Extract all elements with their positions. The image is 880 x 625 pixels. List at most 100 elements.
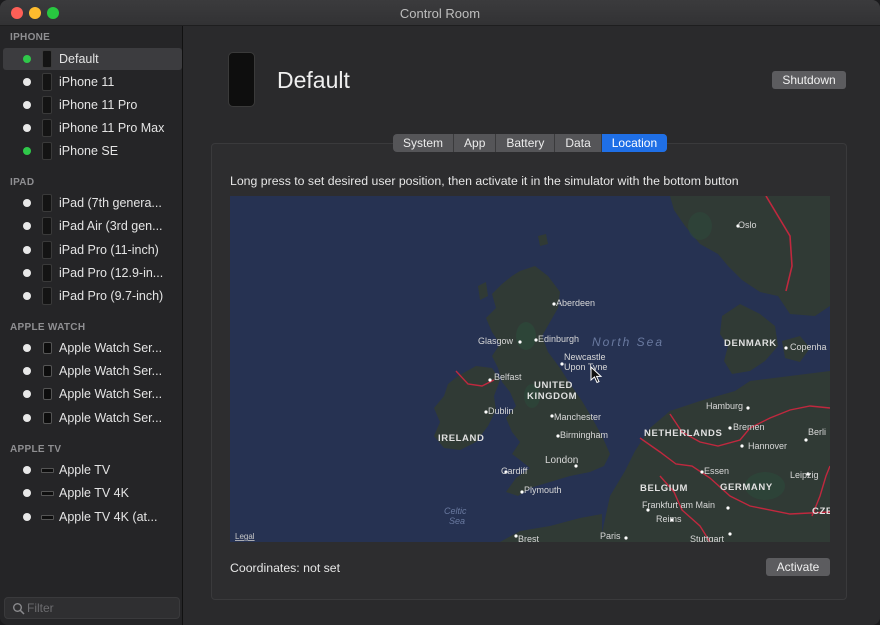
apple-watch-icon — [43, 365, 52, 377]
city-copenha: Copenha — [790, 342, 827, 352]
status-dot — [23, 78, 31, 86]
device-label: iPad Air (3rd gen... — [59, 219, 163, 233]
apple-tv-icon — [41, 491, 54, 496]
status-dot — [23, 367, 31, 375]
device-sidebar: IPHONE Default iPhone 11 iPhone 11 Pro i… — [0, 26, 183, 625]
device-label: iPhone 11 Pro — [59, 98, 138, 112]
device-label: Apple Watch Ser... — [59, 387, 163, 401]
city-plymouth: Plymouth — [524, 485, 562, 495]
activate-button[interactable]: Activate — [766, 558, 830, 576]
filter-field[interactable] — [4, 597, 180, 619]
device-label: Apple Watch Ser... — [59, 411, 163, 425]
device-label: iPhone 11 Pro Max — [59, 121, 165, 135]
shutdown-button[interactable]: Shutdown — [772, 71, 846, 89]
city-hamburg: Hamburg — [706, 401, 743, 411]
device-label: Default — [59, 52, 99, 66]
status-dot — [23, 292, 31, 300]
status-dot — [23, 147, 31, 155]
tab-app[interactable]: App — [454, 134, 497, 152]
tab-battery[interactable]: Battery — [496, 134, 556, 152]
device-label: iPad Pro (9.7-inch) — [59, 289, 164, 303]
device-row-apple-watch-3[interactable]: Apple Watch Ser... — [3, 383, 182, 405]
device-row-ipad-7th[interactable]: iPad (7th genera... — [3, 192, 182, 214]
sea-north: North Sea — [592, 335, 664, 349]
map-legal-link[interactable]: Legal — [235, 532, 255, 541]
iphone-icon — [42, 96, 52, 114]
device-row-iphone-11-pro-max[interactable]: iPhone 11 Pro Max — [3, 117, 182, 139]
status-dot — [23, 489, 31, 497]
city-stuttgart: Stuttgart — [690, 534, 725, 542]
device-row-apple-watch-4[interactable]: Apple Watch Ser... — [3, 407, 182, 429]
city-manchester: Manchester — [554, 412, 601, 422]
city-aberdeen: Aberdeen — [556, 298, 595, 308]
location-panel: Long press to set desired user position,… — [211, 143, 847, 600]
device-label: iPad Pro (12.9-in... — [59, 266, 164, 280]
iphone-icon — [42, 73, 52, 91]
city-leipzig: Leipzig — [790, 470, 819, 480]
country-netherlands: NETHERLANDS — [644, 428, 722, 439]
country-ireland: IRELAND — [438, 433, 484, 444]
iphone-icon — [42, 50, 52, 68]
map-canvas[interactable]: Oslo Aberdeen Edinburgh Glasgow Newcastl… — [230, 196, 830, 542]
country-kingdom: KINGDOM — [527, 391, 577, 402]
ipad-icon — [42, 194, 52, 212]
status-dot — [23, 390, 31, 398]
device-row-iphone-11-pro[interactable]: iPhone 11 Pro — [3, 94, 182, 116]
country-denmark: DENMARK — [724, 338, 777, 349]
status-dot — [23, 199, 31, 207]
status-dot — [23, 246, 31, 254]
filter-input[interactable] — [27, 600, 177, 616]
apple-watch-icon — [43, 412, 52, 424]
city-edinburgh: Edinburgh — [538, 334, 579, 344]
city-essen: Essen — [704, 466, 729, 476]
device-row-iphone-se[interactable]: iPhone SE — [3, 140, 182, 162]
country-belgium: BELGIUM — [640, 483, 688, 494]
ipad-icon — [42, 287, 52, 305]
ipad-icon — [42, 264, 52, 282]
status-dot — [23, 55, 31, 63]
tab-data[interactable]: Data — [555, 134, 602, 152]
city-london: London — [545, 455, 578, 466]
city-oslo: Oslo — [738, 220, 757, 230]
location-map[interactable]: Oslo Aberdeen Edinburgh Glasgow Newcastl… — [230, 196, 830, 542]
device-row-apple-watch-2[interactable]: Apple Watch Ser... — [3, 360, 182, 382]
device-row-apple-tv-4k-at[interactable]: Apple TV 4K (at... — [3, 506, 182, 528]
device-label: iPhone 11 — [59, 75, 115, 89]
status-dot — [23, 466, 31, 474]
device-row-apple-watch-1[interactable]: Apple Watch Ser... — [3, 337, 182, 359]
device-label: Apple TV 4K (at... — [59, 510, 158, 524]
apple-tv-icon — [41, 468, 54, 473]
main-content: Default Shutdown System App Battery Data… — [184, 26, 880, 625]
device-row-iphone-11[interactable]: iPhone 11 — [3, 71, 182, 93]
city-berli: Berli — [808, 427, 826, 437]
city-birmingham: Birmingham — [560, 430, 608, 440]
tab-system[interactable]: System — [393, 134, 455, 152]
device-row-apple-tv[interactable]: Apple TV — [3, 459, 182, 481]
device-label: iPhone SE — [59, 144, 119, 158]
group-header-apple-watch: APPLE WATCH — [10, 322, 86, 333]
status-dot — [23, 414, 31, 422]
city-hannover: Hannover — [748, 441, 787, 451]
device-label: iPad (7th genera... — [59, 196, 162, 210]
tab-location[interactable]: Location — [601, 134, 668, 152]
device-row-ipad-pro-9-7[interactable]: iPad Pro (9.7-inch) — [3, 285, 182, 307]
device-row-default[interactable]: Default — [3, 48, 182, 70]
status-dot — [23, 222, 31, 230]
country-cze: CZE — [812, 506, 830, 517]
device-row-ipad-pro-11[interactable]: iPad Pro (11-inch) — [3, 239, 182, 261]
city-paris: Paris — [600, 531, 621, 541]
device-row-ipad-air[interactable]: iPad Air (3rd gen... — [3, 215, 182, 237]
ipad-icon — [42, 241, 52, 259]
device-label: Apple TV — [59, 463, 111, 477]
city-glasgow: Glasgow — [478, 336, 514, 346]
status-dot — [23, 344, 31, 352]
mouse-cursor-icon — [590, 366, 603, 384]
device-label: Apple Watch Ser... — [59, 341, 163, 355]
coordinates-label: Coordinates: not set — [230, 561, 341, 575]
device-row-apple-tv-4k[interactable]: Apple TV 4K — [3, 482, 182, 504]
device-label: iPad Pro (11-inch) — [59, 243, 159, 257]
device-label: Apple Watch Ser... — [59, 364, 163, 378]
titlebar: Control Room — [0, 0, 880, 26]
device-row-ipad-pro-12-9[interactable]: iPad Pro (12.9-in... — [3, 262, 182, 284]
tab-bar: System App Battery Data Location — [393, 134, 668, 152]
